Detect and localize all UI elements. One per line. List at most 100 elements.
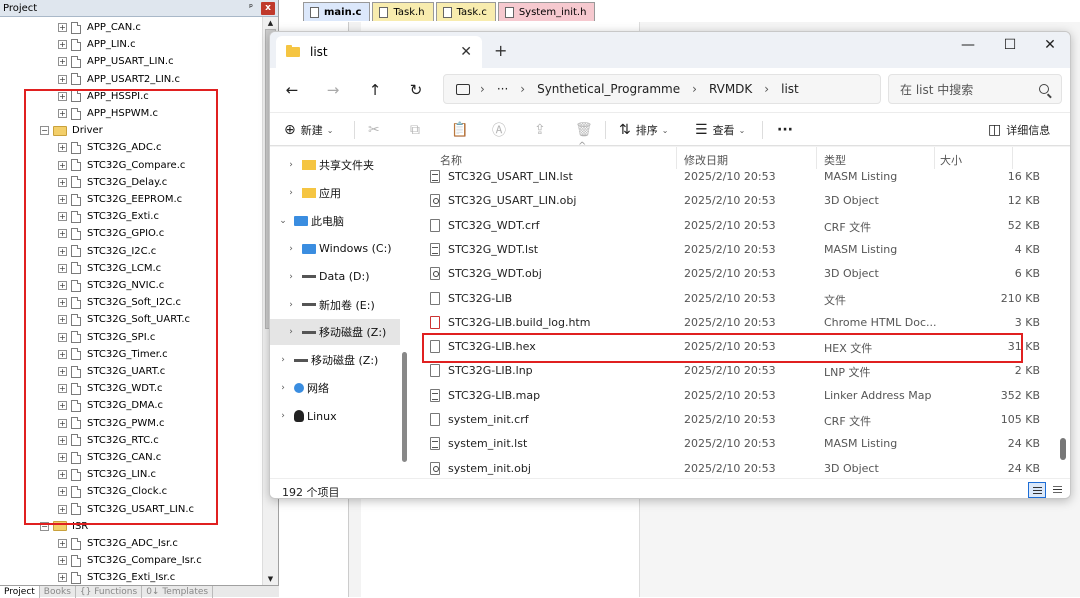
pin-icon[interactable]: ᵖ: [244, 2, 258, 15]
maximize-button[interactable]: ☐: [988, 34, 1032, 56]
navigation-scrollbar[interactable]: [400, 147, 409, 478]
chevron-right-icon[interactable]: ›: [286, 244, 296, 254]
file-row[interactable]: STC32G-LIB 2025/2/10 20:53 文件 210 KB: [426, 287, 1046, 311]
expand-icon[interactable]: +: [58, 556, 67, 566]
view-button[interactable]: ☰ 查看 ⌄: [695, 121, 745, 139]
breadcrumb-chevron-icon[interactable]: ›: [520, 82, 525, 96]
nav-item[interactable]: › Linux: [270, 403, 400, 429]
breadcrumb-item[interactable]: list: [781, 82, 799, 96]
more-options-button[interactable]: ···: [777, 121, 793, 139]
tree-label: STC32G_Compare_Isr.c: [87, 555, 202, 567]
tree-file[interactable]: + APP_USART2_LIN.c: [58, 71, 180, 88]
breadcrumb-chevron-icon[interactable]: ›: [692, 82, 697, 96]
chevron-right-icon[interactable]: ›: [286, 300, 296, 310]
delete-icon[interactable]: 🗑: [575, 121, 593, 139]
tree-file[interactable]: + STC32G_ADC_Isr.c: [58, 535, 178, 552]
file-row[interactable]: STC32G_USART_LIN.lst 2025/2/10 20:53 MASM …: [426, 165, 1046, 189]
file-row[interactable]: system_init.crf 2025/2/10 20:53 CRF 文件 105 …: [426, 408, 1046, 432]
search-input[interactable]: 在 list 中搜索: [888, 74, 1062, 104]
file-row[interactable]: system_init.obj 2025/2/10 20:53 3D Object 2…: [426, 457, 1046, 481]
sort-button[interactable]: ⇅ 排序 ⌄: [619, 121, 668, 139]
tiles-view-button[interactable]: [1049, 482, 1067, 498]
chevron-right-icon[interactable]: ›: [278, 355, 288, 365]
breadcrumb-item[interactable]: Synthetical_Programme: [537, 82, 680, 96]
file-row[interactable]: STC32G_WDT.obj 2025/2/10 20:53 3D Object 6 …: [426, 262, 1046, 286]
close-window-button[interactable]: ✕: [1028, 34, 1070, 56]
chevron-down-icon[interactable]: ⌄: [278, 216, 288, 226]
explorer-tab[interactable]: list ✕: [276, 36, 482, 68]
refresh-button[interactable]: ↻: [404, 78, 428, 102]
breadcrumb-chevron-icon[interactable]: ›: [764, 82, 769, 96]
nav-item[interactable]: › 移动磁盘 (Z:): [270, 319, 400, 346]
scroll-down-icon[interactable]: ▼: [263, 573, 278, 585]
expand-icon[interactable]: +: [58, 57, 67, 67]
tree-file[interactable]: + APP_USART_LIN.c: [58, 53, 174, 70]
details-pane-button[interactable]: ◫ 详细信息: [988, 121, 1050, 139]
nav-item[interactable]: › 网络: [270, 375, 400, 401]
editor-tab[interactable]: System_init.h: [497, 2, 596, 21]
forward-button[interactable]: →: [321, 78, 345, 102]
back-button[interactable]: ←: [280, 78, 304, 102]
paste-icon[interactable]: 📋: [451, 121, 468, 139]
up-button[interactable]: ↑: [363, 78, 387, 102]
breadcrumb-item[interactable]: RVMDK: [709, 82, 752, 96]
scroll-thumb[interactable]: [402, 352, 407, 462]
tab-bottom-3[interactable]: 0↓ Templates: [142, 586, 214, 598]
nav-item[interactable]: › 应用: [270, 180, 400, 206]
breadcrumb[interactable]: › ··· › Synthetical_Programme › RVMDK › list: [443, 74, 881, 104]
file-size: 52 KB: [1007, 218, 1040, 232]
tab-bottom-2[interactable]: {} Functions: [76, 586, 143, 598]
file-icon: [430, 170, 440, 183]
details-view-button[interactable]: [1028, 482, 1046, 498]
chevron-right-icon[interactable]: ›: [286, 160, 296, 170]
tree-file[interactable]: + STC32G_Compare_Isr.c: [58, 552, 202, 569]
chevron-right-icon[interactable]: ›: [286, 188, 296, 198]
nav-item[interactable]: › Data (D:): [270, 264, 400, 290]
file-row[interactable]: STC32G_WDT.lst 2025/2/10 20:53 MASM Listin…: [426, 238, 1046, 262]
breadcrumb-more[interactable]: ···: [497, 82, 508, 96]
chevron-right-icon[interactable]: ›: [278, 411, 288, 421]
chevron-right-icon[interactable]: ›: [278, 383, 288, 393]
close-tab-icon[interactable]: ✕: [460, 44, 472, 60]
search-placeholder: 在 list 中搜索: [900, 82, 974, 97]
file-row[interactable]: system_init.lst 2025/2/10 20:53 MASM Listi…: [426, 432, 1046, 456]
chevron-right-icon[interactable]: ›: [286, 327, 296, 337]
tree-file[interactable]: + APP_LIN.c: [58, 36, 136, 53]
chevron-right-icon[interactable]: ›: [286, 272, 296, 282]
new-tab-button[interactable]: +: [494, 41, 507, 60]
rename-icon[interactable]: Ⓐ: [492, 121, 506, 139]
close-panel-button[interactable]: x: [261, 1, 275, 15]
tab-bottom-1[interactable]: Books: [40, 586, 76, 598]
new-button[interactable]: ⊕ 新建 ⌄: [284, 121, 333, 139]
nav-item[interactable]: › 共享文件夹: [270, 152, 400, 178]
minimize-button[interactable]: —: [946, 34, 990, 56]
tab-project[interactable]: Project: [0, 586, 40, 598]
expand-icon[interactable]: +: [58, 40, 67, 50]
editor-tab[interactable]: main.c: [303, 2, 371, 21]
nav-item[interactable]: ⌄ 此电脑: [270, 208, 400, 234]
file-row[interactable]: STC32G-LIB.map 2025/2/10 20:53 Linker Addr…: [426, 384, 1046, 408]
file-row[interactable]: STC32G_USART_LIN.obj 2025/2/10 20:53 3D Ob…: [426, 189, 1046, 213]
sort-indicator-icon: ^: [578, 141, 587, 152]
expand-icon[interactable]: +: [58, 573, 67, 583]
scroll-up-icon[interactable]: ▲: [263, 17, 278, 29]
nav-item[interactable]: › Windows (C:): [270, 236, 400, 262]
project-panel-header: Project ᵖ x: [0, 0, 278, 17]
tree-file[interactable]: + APP_CAN.c: [58, 19, 141, 36]
tree-file[interactable]: + STC32G_Exti_Isr.c: [58, 569, 175, 585]
expand-icon[interactable]: +: [58, 539, 67, 548]
editor-tab[interactable]: Task.h: [372, 2, 434, 21]
expand-icon[interactable]: +: [58, 23, 67, 32]
editor-tab[interactable]: Task.c: [435, 2, 496, 21]
cut-icon[interactable]: ✂: [368, 121, 380, 139]
expand-icon[interactable]: +: [58, 74, 67, 84]
copy-icon[interactable]: ⧉: [410, 121, 420, 139]
file-icon: [310, 6, 319, 18]
file-row[interactable]: STC32G-LIB.build_log.htm 2025/2/10 20:53 C…: [426, 311, 1046, 335]
file-row[interactable]: STC32G_WDT.crf 2025/2/10 20:53 CRF 文件 52 KB: [426, 214, 1046, 238]
nav-item[interactable]: › 新加卷 (E:): [270, 292, 400, 318]
scroll-thumb[interactable]: [1060, 438, 1066, 460]
share-icon[interactable]: ⇪: [534, 121, 546, 139]
nav-item[interactable]: › 移动磁盘 (Z:): [270, 347, 400, 373]
file-list-scrollbar[interactable]: [1058, 178, 1068, 478]
